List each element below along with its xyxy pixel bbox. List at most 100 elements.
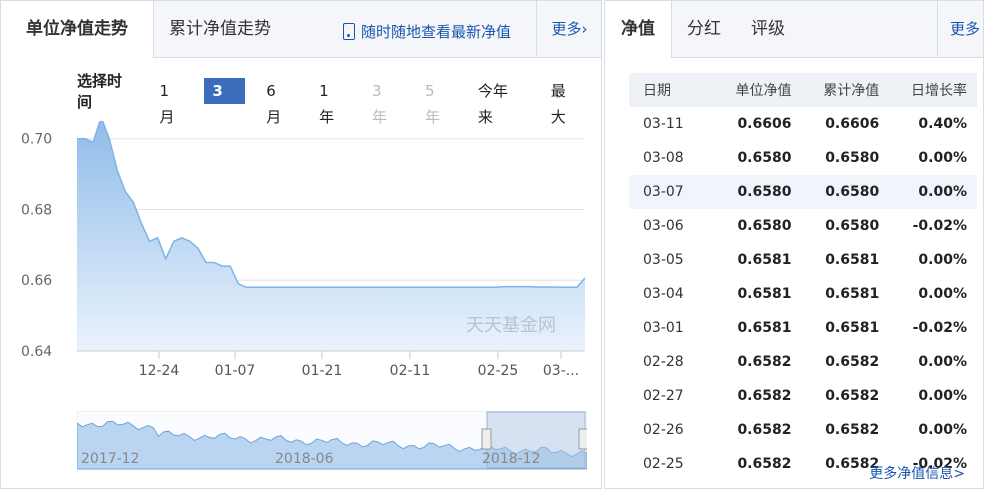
nav-line-chart: 0.70 0.68 0.66 0.64 12-24 01-07 01-21 02-11 02-2… bbox=[21, 121, 586, 379]
navigator-handle-right[interactable] bbox=[578, 428, 587, 450]
period-option-7[interactable]: 最大 bbox=[543, 78, 588, 126]
table-cell-3: 0.00% bbox=[918, 422, 967, 438]
table-cell-2: 0.6582 bbox=[825, 354, 880, 370]
table-row: 03-06 0.6580 0.6580 -0.02% bbox=[629, 209, 977, 243]
x-tick-label-5: 03-... bbox=[543, 363, 579, 379]
nav-history-table: 日期 单位净值 累计净值 日增长率 03-11 0.6606 0.6606 0.40% 03-… bbox=[629, 73, 977, 481]
table-cell-3: 0.00% bbox=[918, 388, 967, 404]
tab-unit-nav-trend[interactable]: 单位净值走势 bbox=[1, 1, 154, 58]
table-row: 03-01 0.6581 0.6581 -0.02% bbox=[629, 311, 977, 345]
table-cell-2: 0.6582 bbox=[825, 388, 880, 404]
table-row: 02-26 0.6582 0.6582 0.00% bbox=[629, 413, 977, 447]
table-tabbar: 净值 分红 评级 更多 bbox=[605, 1, 983, 58]
more-nav-info-link[interactable]: 更多净值信息> bbox=[869, 463, 965, 483]
column-header-1: 单位净值 bbox=[713, 73, 802, 107]
table-cell-1: 0.6581 bbox=[737, 320, 792, 336]
table-cell-2: 0.6606 bbox=[825, 116, 880, 132]
table-cell-1: 0.6580 bbox=[713, 175, 802, 209]
more-link-left[interactable]: 更多› bbox=[536, 1, 602, 57]
table-cell-2: 0.6581 bbox=[825, 252, 880, 268]
y-tick-label-2: 0.66 bbox=[21, 273, 52, 289]
mobile-promo-label: 随时随地查看最新净值 bbox=[361, 23, 512, 41]
y-tick-label-3: 0.64 bbox=[21, 344, 52, 360]
table-cell-3: 0.00% bbox=[918, 150, 967, 166]
period-option-0[interactable]: 1月 bbox=[151, 78, 191, 126]
table-row: 02-28 0.6582 0.6582 0.00% bbox=[629, 345, 977, 379]
x-tick-label-0: 12-24 bbox=[139, 363, 180, 379]
x-tick-label-3: 02-11 bbox=[390, 363, 431, 379]
phone-icon bbox=[343, 23, 355, 40]
table-cell-0: 03-04 bbox=[643, 286, 684, 302]
table-header-row: 日期 单位净值 累计净值 日增长率 bbox=[629, 73, 977, 107]
table-cell-2: 0.6582 bbox=[825, 422, 880, 438]
x-tick-label-1: 01-07 bbox=[215, 363, 256, 379]
nav-chart-panel: 单位净值走势 累计净值走势 随时随地查看最新净值 更多› 选择时间 1月 3月 6月 1… bbox=[0, 0, 602, 489]
column-header-0: 日期 bbox=[629, 73, 714, 107]
tab-dividend[interactable]: 分红 bbox=[687, 1, 721, 57]
table-cell-1: 0.6582 bbox=[737, 422, 792, 438]
chart-tabbar: 单位净值走势 累计净值走势 随时随地查看最新净值 更多› bbox=[1, 1, 601, 58]
table-cell-1: 0.6582 bbox=[737, 388, 792, 404]
table-row: 02-27 0.6582 0.6582 0.00% bbox=[629, 379, 977, 413]
table-cell-0: 02-28 bbox=[643, 354, 684, 370]
tab-rating[interactable]: 评级 bbox=[751, 1, 785, 57]
table-cell-3: -0.02% bbox=[912, 320, 967, 336]
table-row: 03-11 0.6606 0.6606 0.40% bbox=[629, 107, 977, 141]
table-cell-2: 0.6580 bbox=[801, 175, 890, 209]
table-cell-0: 03-07 bbox=[629, 175, 714, 209]
x-tick-label-4: 02-25 bbox=[478, 363, 519, 379]
table-cell-1: 0.6581 bbox=[737, 252, 792, 268]
table-row: 03-05 0.6581 0.6581 0.00% bbox=[629, 243, 977, 277]
table-cell-0: 03-06 bbox=[643, 218, 684, 234]
table-cell-0: 03-08 bbox=[643, 150, 684, 166]
period-option-2[interactable]: 6月 bbox=[258, 78, 298, 126]
period-option-4: 3年 bbox=[372, 82, 388, 126]
table-cell-1: 0.6580 bbox=[737, 218, 792, 234]
table-cell-3: -0.02% bbox=[912, 218, 967, 234]
table-cell-2: 0.6581 bbox=[825, 286, 880, 302]
period-label: 选择时间 bbox=[77, 72, 123, 111]
table-cell-0: 03-05 bbox=[643, 252, 684, 268]
y-tick-label-1: 0.68 bbox=[21, 202, 52, 218]
table-cell-1: 0.6581 bbox=[737, 286, 792, 302]
tab-nav[interactable]: 净值 bbox=[605, 1, 672, 58]
tab-cumulative-nav-trend[interactable]: 累计净值走势 bbox=[169, 1, 271, 57]
table-cell-0: 03-11 bbox=[643, 116, 684, 132]
table-cell-2: 0.6580 bbox=[825, 218, 880, 234]
table-cell-1: 0.6606 bbox=[737, 116, 792, 132]
table-cell-1: 0.6582 bbox=[737, 354, 792, 370]
table-cell-0: 02-26 bbox=[643, 422, 684, 438]
table-cell-0: 02-25 bbox=[643, 456, 684, 472]
table-cell-2: 0.6580 bbox=[825, 150, 880, 166]
period-option-3[interactable]: 1年 bbox=[311, 78, 351, 126]
navigator-label-0: 2017-12 bbox=[81, 451, 140, 467]
table-row: 03-04 0.6581 0.6581 0.00% bbox=[629, 277, 977, 311]
table-cell-3: 0.00% bbox=[889, 175, 977, 209]
period-option-1[interactable]: 3月 bbox=[204, 78, 246, 126]
table-cell-0: 02-27 bbox=[643, 388, 684, 404]
period-option-6[interactable]: 今年来 bbox=[470, 78, 530, 126]
column-header-2: 累计净值 bbox=[801, 73, 890, 107]
navigator-handle-left[interactable] bbox=[481, 428, 492, 450]
mobile-promo-link[interactable]: 随时随地查看最新净值 bbox=[343, 21, 511, 42]
y-tick-label-0: 0.70 bbox=[21, 132, 52, 148]
period-selector: 选择时间 1月 3月 6月 1年 3年 5年 今年来 最大 bbox=[77, 72, 601, 126]
table-cell-1: 0.6580 bbox=[737, 150, 792, 166]
table-cell-0: 03-01 bbox=[643, 320, 684, 336]
navigator-label-1: 2018-06 bbox=[275, 451, 334, 467]
table-cell-3: 0.00% bbox=[918, 354, 967, 370]
table-cell-2: 0.6581 bbox=[825, 320, 880, 336]
x-tick-label-2: 01-21 bbox=[302, 363, 343, 379]
nav-table-panel: 净值 分红 评级 更多 日期 单位净值 累计净值 日增长率 03-11 0.6606 0.… bbox=[604, 0, 984, 489]
more-link-right[interactable]: 更多 bbox=[937, 1, 983, 57]
navigator-label-2: 2018-12 bbox=[482, 451, 541, 467]
table-row: 03-08 0.6580 0.6580 0.00% bbox=[629, 141, 977, 175]
table-row: 03-07 0.6580 0.6580 0.00% bbox=[629, 175, 977, 209]
range-navigator[interactable]: 2017-12 2018-06 2018-12 bbox=[77, 411, 587, 471]
period-option-5: 5年 bbox=[424, 82, 440, 126]
table-cell-3: 0.00% bbox=[918, 252, 967, 268]
table-cell-3: 0.40% bbox=[918, 116, 967, 132]
table-cell-3: 0.00% bbox=[918, 286, 967, 302]
column-header-3: 日增长率 bbox=[889, 73, 977, 107]
watermark: 天天基金网 bbox=[466, 315, 556, 336]
